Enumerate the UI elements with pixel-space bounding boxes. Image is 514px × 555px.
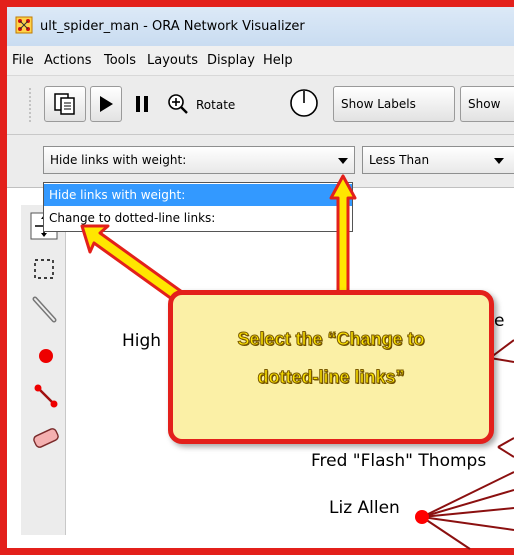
eraser-icon[interactable] — [31, 426, 61, 450]
comparator-combo[interactable]: Less Than — [362, 146, 514, 174]
node-label-partial: e — [494, 311, 505, 331]
menu-file[interactable]: File — [12, 53, 34, 68]
chevron-down-icon — [494, 158, 504, 164]
menu-actions[interactable]: Actions — [44, 53, 92, 68]
lasso-tool-icon[interactable] — [32, 296, 58, 324]
menu-display[interactable]: Display — [207, 53, 255, 68]
app-icon — [15, 16, 33, 34]
menu-help[interactable]: Help — [263, 53, 293, 68]
add-link-icon[interactable] — [33, 383, 59, 409]
show-button-partial[interactable]: Show — [460, 86, 514, 122]
zoom-in-icon[interactable] — [166, 92, 190, 116]
rotate-label: Rotate — [196, 98, 236, 112]
callout-line-1: Select the “Change to — [237, 329, 425, 350]
rotate-dial-icon[interactable] — [289, 88, 319, 118]
filter-action-value: Hide links with weight: — [50, 153, 187, 167]
option-dotted-line-links[interactable]: Change to dotted-line links: — [44, 207, 352, 229]
comparator-value: Less Than — [369, 153, 430, 167]
menu-tools[interactable]: Tools — [104, 53, 136, 68]
instruction-callout: Select the “Change to dotted-line links” — [168, 290, 494, 444]
copy-icon — [54, 93, 75, 115]
pause-button[interactable] — [126, 86, 160, 122]
pause-icon — [136, 96, 148, 112]
show-button-label: Show — [468, 97, 501, 111]
node-label-liz-allen: Liz Allen — [329, 498, 400, 518]
tool-palette — [21, 205, 66, 535]
filter-action-combo[interactable]: Hide links with weight: — [43, 146, 355, 174]
chevron-down-icon — [338, 158, 348, 164]
show-labels-label: Show Labels — [341, 97, 416, 111]
play-icon — [100, 96, 113, 112]
node-label-fred-thompson: Fred "Flash" Thomps — [311, 451, 487, 471]
add-node-icon[interactable] — [36, 346, 56, 366]
callout-line-2: dotted-line links” — [257, 367, 405, 388]
show-labels-button[interactable]: Show Labels — [333, 86, 455, 122]
play-button[interactable] — [90, 86, 122, 122]
copy-button[interactable] — [44, 86, 86, 122]
menu-layouts[interactable]: Layouts — [147, 53, 198, 68]
option-hide-links[interactable]: Hide links with weight: — [44, 184, 352, 206]
select-rectangle-icon[interactable] — [32, 257, 58, 283]
node-label-high: High — [122, 331, 162, 351]
window-title: ult_spider_man - ORA Network Visualizer — [40, 19, 305, 34]
filter-action-dropdown: Hide links with weight: Change to dotted… — [43, 182, 353, 232]
